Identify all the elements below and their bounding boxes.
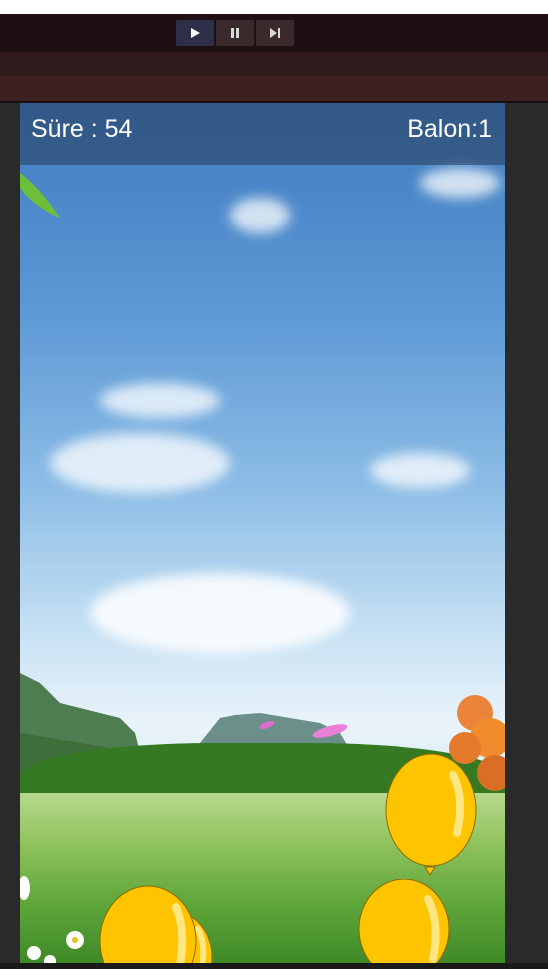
time-remaining: Süre : 54 (31, 115, 133, 143)
cloud (50, 433, 230, 493)
bottom-bar (0, 963, 548, 969)
cloud (100, 383, 220, 418)
cloud (90, 573, 350, 653)
play-icon (191, 28, 200, 38)
cloud (370, 453, 470, 488)
editor-toolbar (0, 14, 548, 52)
toolbar-strip-2 (0, 76, 548, 102)
step-button[interactable] (256, 20, 294, 46)
top-white-strip (0, 0, 548, 14)
petals (259, 721, 348, 738)
balloon-1[interactable] (385, 753, 480, 883)
side-panel (505, 103, 548, 963)
balloon-2[interactable] (358, 879, 453, 963)
hud-bar: Süre : 54 Balon:1 (20, 103, 505, 165)
balloon-4[interactable] (98, 885, 198, 963)
flowers (20, 876, 84, 963)
leaf (20, 173, 60, 218)
step-forward-icon (270, 28, 280, 38)
cloud (230, 198, 290, 233)
toolbar-strip (0, 52, 548, 76)
balloon-count: Balon:1 (407, 115, 492, 143)
playback-controls (176, 20, 294, 46)
pause-icon (231, 28, 239, 38)
game-view[interactable]: Süre : 54 Balon:1 (20, 103, 505, 963)
cloud (420, 168, 500, 198)
play-button[interactable] (176, 20, 214, 46)
pause-button[interactable] (216, 20, 254, 46)
